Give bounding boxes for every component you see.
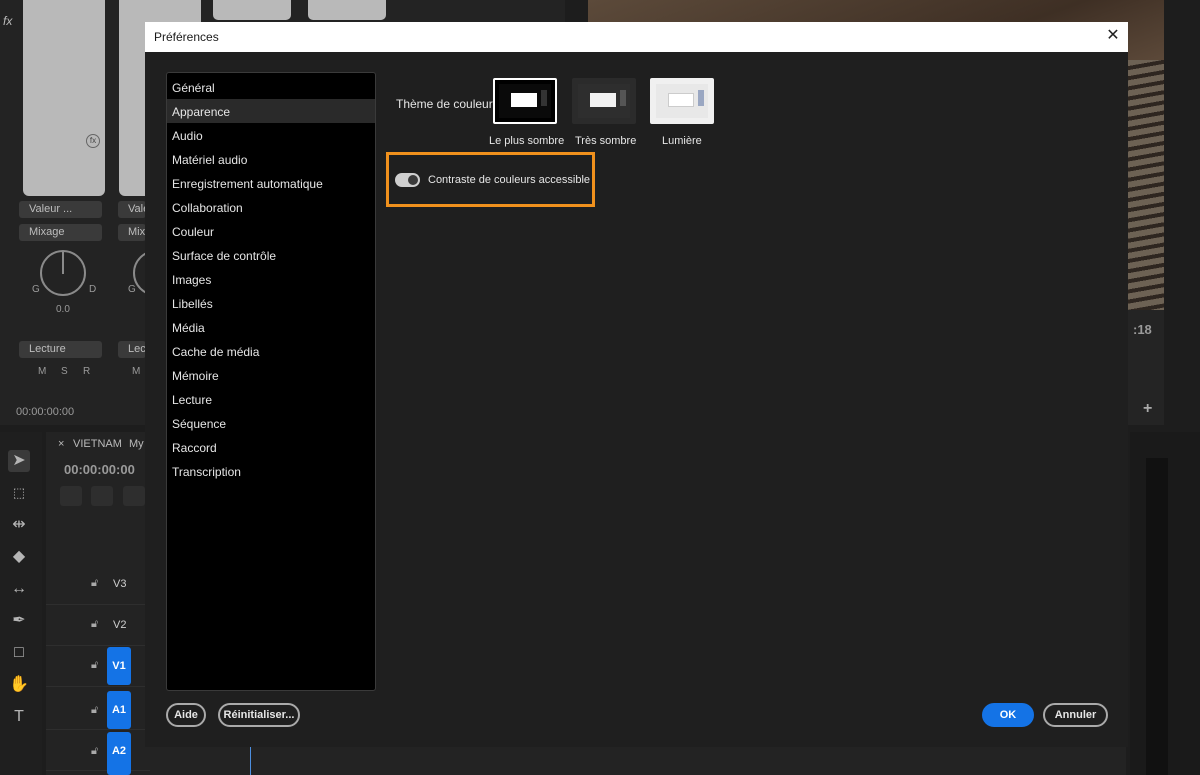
lock-icon[interactable]: 🔓︎ [91, 618, 98, 631]
ripple-edit-tool-icon[interactable]: ⇹ [8, 514, 30, 536]
video-frame-edge [1128, 60, 1164, 310]
channel-dropdown-2[interactable]: Mixage [19, 224, 102, 241]
category-item[interactable]: Surface de contrôle [167, 243, 375, 267]
track-target-v1[interactable]: V1 [107, 647, 131, 685]
category-item[interactable]: Audio [167, 123, 375, 147]
tools-panel: ➤ ⬚ ⇹ ◆ ↔ ✒ □ ✋ T [0, 432, 42, 775]
pan-left-label-2: G [128, 284, 136, 295]
lock-icon[interactable]: 🔓︎ [91, 659, 98, 672]
record-label[interactable]: R [83, 366, 90, 377]
category-list: Général Apparence Audio Matériel audio Enreg… [166, 72, 376, 691]
dialog-title: Préférences [154, 30, 219, 44]
category-item[interactable]: Séquence [167, 411, 375, 435]
slip-tool-icon[interactable]: ↔ [8, 578, 30, 600]
pan-value: 0.0 [56, 304, 70, 315]
selection-tool-icon[interactable]: ➤ [8, 450, 30, 472]
audio-meter [1146, 458, 1168, 775]
theme-preview-sidebar [541, 90, 547, 106]
category-item[interactable]: Matériel audio [167, 147, 375, 171]
category-item[interactable]: Enregistrement automatique [167, 171, 375, 195]
accessible-contrast-toggle[interactable] [395, 173, 420, 187]
channel2-dropdown-1[interactable]: Vale [118, 201, 149, 218]
track-label-v3: V3 [113, 578, 127, 590]
add-marker-icon[interactable] [123, 486, 145, 506]
pen-tool-icon[interactable]: ✒ [8, 610, 30, 632]
category-item[interactable]: Collaboration [167, 195, 375, 219]
track-label-v2: V2 [113, 619, 127, 631]
help-button[interactable]: Aide [166, 703, 206, 727]
pan-left-label: G [32, 284, 40, 295]
pan-right-label: D [89, 284, 97, 295]
accessible-contrast-label: Contraste de couleurs accessible [428, 174, 591, 186]
category-item[interactable]: Raccord [167, 435, 375, 459]
ok-button[interactable]: OK [982, 703, 1034, 727]
theme-preview-panel [590, 93, 616, 107]
lock-icon[interactable]: 🔓︎ [91, 704, 98, 717]
channel-fader-3[interactable] [213, 0, 291, 20]
theme-preview-sidebar [620, 90, 626, 106]
mixer-timecode: 00:00:00:00 [16, 406, 75, 418]
theme-name-darkest: Le plus sombre [489, 135, 565, 147]
theme-name-very-dark: Très sombre [575, 135, 637, 147]
cancel-button[interactable]: Annuler [1043, 703, 1108, 727]
category-item[interactable]: Apparence [167, 99, 375, 123]
category-item[interactable]: Transcription [167, 459, 375, 483]
theme-preview [578, 84, 630, 118]
sequence-tab-2[interactable]: My [129, 438, 144, 450]
category-item[interactable]: Cache de média [167, 339, 375, 363]
rectangle-tool-icon[interactable]: □ [8, 642, 30, 664]
theme-preview [499, 84, 551, 118]
lock-icon[interactable]: 🔓︎ [91, 577, 98, 590]
lock-icon[interactable]: 🔓︎ [91, 745, 98, 758]
category-item[interactable]: Général [167, 75, 375, 99]
track-target-a2[interactable]: A2 [107, 732, 131, 775]
category-item[interactable]: Libellés [167, 291, 375, 315]
fx-badge-icon[interactable]: fx [86, 134, 100, 148]
channel-fader-4[interactable] [308, 0, 386, 20]
theme-option-light[interactable] [650, 78, 714, 124]
theme-preview [656, 84, 708, 118]
channel2-dropdown-2[interactable]: Mix [118, 224, 146, 241]
category-item[interactable]: Mémoire [167, 363, 375, 387]
playhead[interactable] [250, 745, 251, 775]
track-select-tool-icon[interactable]: ⬚ [8, 482, 30, 504]
category-item[interactable]: Lecture [167, 387, 375, 411]
toggle-knob [408, 175, 418, 185]
mute-label-2[interactable]: M [132, 366, 140, 377]
theme-preview-sidebar [698, 90, 704, 106]
mute-label[interactable]: M [38, 366, 46, 377]
category-item[interactable]: Couleur [167, 219, 375, 243]
fx-icon[interactable]: fx [0, 0, 14, 140]
mode-dropdown-2[interactable]: Lect [118, 341, 149, 358]
razor-tool-icon[interactable]: ◆ [8, 546, 30, 568]
timeline-timecode[interactable]: 00:00:00:00 [64, 462, 135, 477]
category-item[interactable]: Images [167, 267, 375, 291]
sequence-tab[interactable]: VIETNAM [73, 438, 122, 450]
sequence-tab-close-icon[interactable]: × [58, 438, 64, 450]
preferences-dialog: Préférences ✕ Général Apparence Audio Matér… [145, 22, 1128, 747]
theme-label: Thème de couleur [396, 97, 493, 111]
hand-tool-icon[interactable]: ✋ [8, 674, 30, 696]
theme-option-darkest[interactable] [493, 78, 557, 124]
theme-option-very-dark[interactable] [572, 78, 636, 124]
channel-fader-1[interactable] [23, 0, 105, 196]
add-button-icon[interactable]: + [1143, 400, 1152, 418]
solo-label[interactable]: S [61, 366, 68, 377]
linked-selection-icon[interactable] [91, 486, 113, 506]
theme-preview-panel [511, 93, 537, 107]
reset-button[interactable]: Réinitialiser... [218, 703, 300, 727]
track-target-a1[interactable]: A1 [107, 691, 131, 729]
snap-icon[interactable] [60, 486, 82, 506]
dialog-titlebar[interactable]: Préférences ✕ [145, 22, 1128, 52]
close-icon[interactable]: ✕ [1098, 22, 1128, 52]
category-item[interactable]: Média [167, 315, 375, 339]
channel-dropdown-1[interactable]: Valeur ... [19, 201, 102, 218]
mode-dropdown[interactable]: Lecture [19, 341, 102, 358]
theme-preview-panel [668, 93, 694, 107]
program-timecode: :18 [1133, 322, 1152, 337]
type-tool-icon[interactable]: T [8, 706, 30, 728]
pan-knob[interactable] [40, 250, 86, 296]
theme-name-light: Lumière [662, 135, 702, 147]
